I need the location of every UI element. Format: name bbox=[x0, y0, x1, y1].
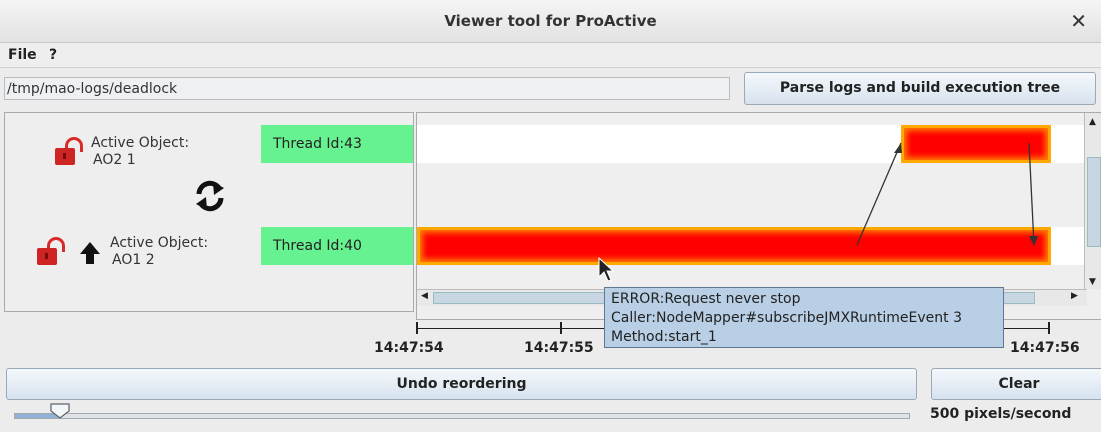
mouse-cursor-icon bbox=[598, 257, 614, 282]
thread-id-label[interactable]: Thread Id:43 bbox=[261, 125, 413, 163]
title-bar: Viewer tool for ProActive ✕ bbox=[0, 0, 1101, 43]
active-object-id: AO2 1 bbox=[93, 152, 136, 168]
parse-logs-button[interactable]: Parse logs and build execution tree bbox=[744, 72, 1096, 105]
axis-tick-label: 14:47:54 bbox=[374, 340, 444, 356]
active-object-label: Active Object: AO1 2 bbox=[110, 235, 208, 269]
error-tooltip: ERROR:Request never stop Caller:NodeMapp… bbox=[604, 287, 1004, 348]
tooltip-method: Method:start_1 bbox=[611, 329, 717, 345]
tooltip-caller: Caller:NodeMapper#subscribeJMXRuntimeEve… bbox=[611, 310, 962, 326]
window-title: Viewer tool for ProActive bbox=[444, 12, 657, 30]
axis-tick bbox=[416, 322, 418, 334]
speed-slider[interactable] bbox=[14, 413, 910, 419]
refresh-icon[interactable] bbox=[193, 179, 227, 213]
vertical-scrollbar[interactable]: ▲ ▼ bbox=[1084, 113, 1101, 289]
scroll-down-icon[interactable]: ▼ bbox=[1089, 277, 1096, 287]
active-object-title: Active Object: bbox=[91, 135, 190, 151]
scroll-left-icon[interactable]: ◀ bbox=[421, 291, 428, 301]
scroll-up-icon[interactable]: ▲ bbox=[1089, 117, 1096, 127]
unlocked-padlock-icon bbox=[55, 135, 91, 169]
active-object-title: Active Object: bbox=[110, 235, 209, 251]
unlocked-padlock-icon bbox=[37, 235, 73, 269]
active-object-label: Active Object: AO2 1 bbox=[91, 135, 189, 169]
request-arrows bbox=[856, 142, 1038, 246]
close-icon[interactable]: ✕ bbox=[1070, 9, 1087, 33]
tooltip-error: ERROR:Request never stop bbox=[611, 291, 801, 307]
scroll-right-icon[interactable]: ▶ bbox=[1071, 291, 1078, 301]
menu-bar: File ? bbox=[0, 43, 1101, 68]
axis-tick-label: 14:47:56 bbox=[1010, 340, 1080, 356]
menu-help[interactable]: ? bbox=[49, 47, 57, 63]
axis-tick bbox=[560, 322, 562, 334]
axis-tick-label: 14:47:55 bbox=[524, 340, 594, 356]
undo-reordering-button[interactable]: Undo reordering bbox=[6, 368, 917, 400]
log-path-field[interactable]: /tmp/mao-logs/deadlock bbox=[4, 77, 730, 100]
menu-file[interactable]: File bbox=[8, 47, 37, 63]
active-object-id: AO1 2 bbox=[112, 252, 155, 268]
up-arrow-icon bbox=[80, 242, 100, 264]
slider-thumb[interactable] bbox=[50, 403, 70, 419]
scroll-thumb[interactable] bbox=[1087, 157, 1101, 247]
speed-label: 500 pixels/second bbox=[930, 406, 1072, 422]
axis-tick bbox=[1048, 322, 1050, 334]
clear-button[interactable]: Clear bbox=[931, 368, 1101, 400]
thread-id-label[interactable]: Thread Id:40 bbox=[261, 227, 413, 265]
